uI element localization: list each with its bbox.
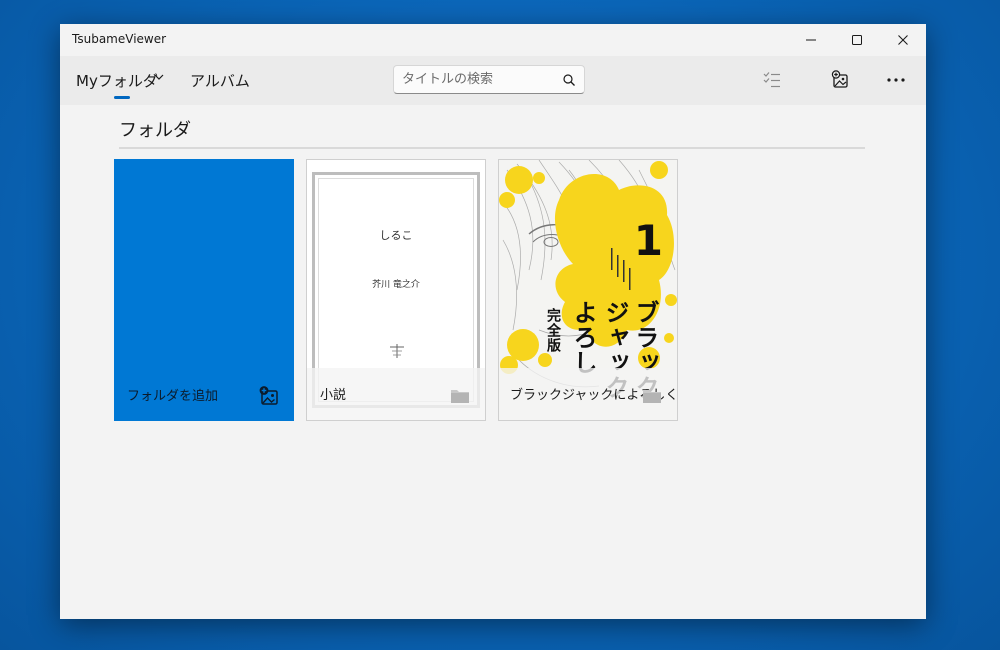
- cover-title-line3: よろし: [569, 300, 597, 375]
- volume-number: 1: [633, 216, 663, 265]
- add-folder-tile[interactable]: フォルダを追加: [114, 159, 294, 421]
- add-image-icon: [259, 386, 278, 405]
- publisher-logo: [390, 344, 404, 358]
- section-title: フォルダ: [119, 120, 191, 141]
- add-image-icon: [831, 70, 848, 88]
- folder-icon: [643, 390, 661, 403]
- search-box[interactable]: [393, 65, 585, 94]
- tile-label: 小説: [320, 388, 347, 403]
- app-title: TsubameViewer: [72, 32, 167, 46]
- checklist-icon: [763, 72, 780, 88]
- minimize-button[interactable]: [788, 24, 834, 56]
- folder-tile-manga[interactable]: 1 ブラック ジャック よろし 完全版 ブラックジャックによろしく: [498, 159, 678, 421]
- more-icon: [887, 78, 905, 82]
- nav-selected-indicator: [114, 96, 130, 99]
- nav-item-my-folder[interactable]: Myフォルダ: [76, 70, 158, 91]
- minimize-icon: [806, 39, 816, 41]
- more-options-button[interactable]: [876, 64, 916, 96]
- nav-item-album[interactable]: アルバム: [190, 70, 250, 91]
- add-image-button[interactable]: [821, 64, 861, 96]
- close-icon: [898, 35, 908, 45]
- maximize-button[interactable]: [834, 24, 880, 56]
- folder-tile-novel[interactable]: しるこ 芥川 竜之介 小説: [306, 159, 486, 421]
- section-divider: [119, 147, 865, 149]
- app-window: TsubameViewer Myフォルダ アルバム タイトルの検索 フォルダ フ…: [60, 24, 926, 619]
- title-bar: TsubameViewer: [60, 24, 926, 56]
- close-button[interactable]: [880, 24, 926, 56]
- select-mode-button[interactable]: [752, 64, 792, 96]
- maximize-icon: [852, 35, 862, 45]
- cover-author: 芥川 竜之介: [372, 280, 420, 290]
- search-icon[interactable]: [562, 73, 576, 87]
- chevron-down-icon[interactable]: [152, 70, 166, 84]
- folder-icon: [451, 390, 469, 403]
- cover-title: しるこ: [379, 229, 413, 242]
- search-input[interactable]: [402, 70, 552, 89]
- tile-label: フォルダを追加: [127, 389, 219, 404]
- cover-edition: 完全版: [545, 308, 561, 353]
- navigation-bar: Myフォルダ アルバム: [60, 56, 926, 105]
